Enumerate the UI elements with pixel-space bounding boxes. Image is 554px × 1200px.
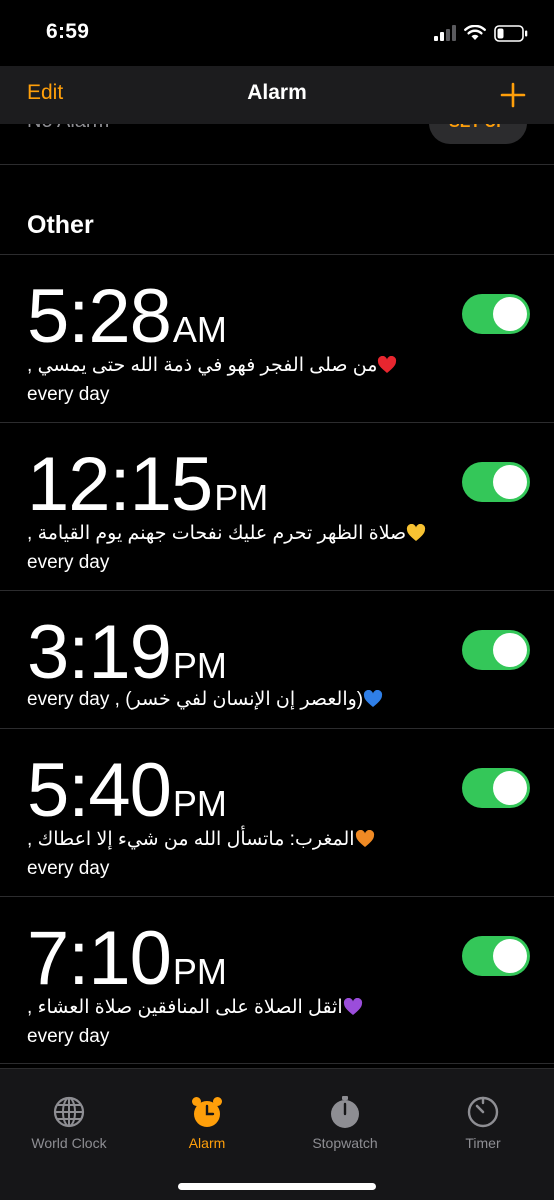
- tab-label: Stopwatch: [312, 1135, 378, 1151]
- tab-label: World Clock: [31, 1135, 107, 1151]
- alarm-toggle[interactable]: [462, 768, 530, 808]
- alarm-label: every day , (والعصر إن الإنسان لفي خسر): [27, 685, 383, 714]
- tab-bar: World Clock Alarm Stopwatch Timer: [0, 1068, 554, 1200]
- alarm-time: 5:28AM: [27, 279, 227, 355]
- section-title-other: Other: [27, 211, 94, 239]
- toggle-knob: [493, 939, 527, 973]
- add-alarm-button[interactable]: [500, 82, 526, 108]
- alarm-time: 7:10PM: [27, 921, 227, 997]
- toggle-knob: [493, 297, 527, 331]
- alarm-time: 5:40PM: [27, 753, 227, 829]
- navigation-bar: Edit Alarm: [0, 66, 554, 124]
- yellow-heart-icon: [407, 524, 426, 541]
- alarm-toggle[interactable]: [462, 462, 530, 502]
- status-time: 6:59: [46, 20, 90, 43]
- alarm-repeat-text: every day: [27, 1026, 110, 1047]
- alarm-row[interactable]: 3:19PM every day , (والعصر إن الإنسان لف…: [0, 590, 554, 728]
- alarm-time-digits: 3:19: [27, 610, 172, 695]
- alarm-label: , المغرب: ماتسأل الله من شيء إلا اعطاك e…: [27, 825, 375, 883]
- page-title: Alarm: [247, 81, 307, 104]
- wifi-icon: [464, 25, 486, 40]
- red-heart-icon: [378, 356, 397, 373]
- alarm-time: 12:15PM: [27, 447, 268, 523]
- toggle-knob: [493, 771, 527, 805]
- alarm-label-text: من صلى الفجر فهو في ذمة الله حتى يمسي: [37, 355, 378, 376]
- alarm-label-text: صلاة الظهر تحرم عليك نفحات جهنم يوم القي…: [37, 523, 407, 544]
- alarm-time-digits: 7:10: [27, 916, 172, 1001]
- stopwatch-icon: [331, 1096, 359, 1128]
- alarm-label-text: اثقل الصلاة على المنافقين صلاة العشاء: [37, 997, 343, 1018]
- alarm-repeat: ,: [27, 829, 33, 850]
- alarm-time: 3:19PM: [27, 615, 227, 691]
- tab-world-clock[interactable]: World Clock: [0, 1095, 138, 1151]
- home-indicator[interactable]: [178, 1183, 376, 1190]
- alarm-clock-icon: [192, 1097, 222, 1127]
- blue-heart-icon: [364, 690, 383, 707]
- alarm-label-text: المغرب: ماتسأل الله من شيء إلا اعطاك: [37, 829, 355, 850]
- timer-icon: [467, 1096, 499, 1128]
- battery-icon: [494, 24, 528, 42]
- tab-label: Timer: [465, 1135, 501, 1151]
- alarm-time-digits: 5:40: [27, 748, 172, 833]
- tab-label: Alarm: [188, 1135, 226, 1151]
- alarm-toggle[interactable]: [462, 936, 530, 976]
- alarm-repeat-text: every day ,: [27, 689, 120, 710]
- alarm-ampm: PM: [172, 951, 227, 992]
- tab-stopwatch[interactable]: Stopwatch: [276, 1095, 414, 1151]
- alarm-repeat: ,: [27, 523, 33, 544]
- alarm-repeat-text: every day: [27, 384, 110, 405]
- alarm-repeat: ,: [27, 355, 33, 376]
- alarm-ampm: AM: [172, 309, 227, 350]
- alarm-label-text: (والعصر إن الإنسان لفي خسر): [125, 689, 364, 710]
- alarm-row[interactable]: 5:40PM , المغرب: ماتسأل الله من شيء إلا …: [0, 728, 554, 896]
- toggle-knob: [493, 465, 527, 499]
- alarm-toggle[interactable]: [462, 630, 530, 670]
- alarm-label: , صلاة الظهر تحرم عليك نفحات جهنم يوم ال…: [27, 519, 426, 577]
- alarm-time-digits: 5:28: [27, 274, 172, 359]
- alarm-repeat-text: every day: [27, 552, 110, 573]
- status-icons: [434, 22, 528, 44]
- alarm-time-digits: 12:15: [27, 442, 213, 527]
- purple-heart-icon: [343, 998, 362, 1015]
- tab-timer[interactable]: Timer: [414, 1095, 552, 1151]
- alarm-ampm: PM: [172, 645, 227, 686]
- alarm-label: , اثقل الصلاة على المنافقين صلاة العشاء …: [27, 993, 363, 1051]
- cellular-signal-icon: [434, 25, 456, 41]
- alarm-ampm: PM: [214, 477, 269, 518]
- alarm-row[interactable]: 5:28AM , من صلى الفجر فهو في ذمة الله حت…: [0, 254, 554, 422]
- alarm-row[interactable]: 12:15PM , صلاة الظهر تحرم عليك نفحات جهن…: [0, 422, 554, 590]
- orange-heart-icon: [355, 830, 374, 847]
- globe-icon: [53, 1096, 85, 1128]
- alarm-repeat: ,: [27, 997, 33, 1018]
- toggle-knob: [493, 633, 527, 667]
- alarm-repeat-text: every day: [27, 858, 110, 879]
- tab-alarm[interactable]: Alarm: [138, 1095, 276, 1151]
- alarm-ampm: PM: [172, 783, 227, 824]
- alarm-toggle[interactable]: [462, 294, 530, 334]
- alarm-row[interactable]: 7:10PM , اثقل الصلاة على المنافقين صلاة …: [0, 896, 554, 1064]
- alarm-label: , من صلى الفجر فهو في ذمة الله حتى يمسي …: [27, 351, 397, 409]
- alarm-list: 5:28AM , من صلى الفجر فهو في ذمة الله حت…: [0, 254, 554, 1064]
- status-bar: 6:59: [0, 0, 554, 66]
